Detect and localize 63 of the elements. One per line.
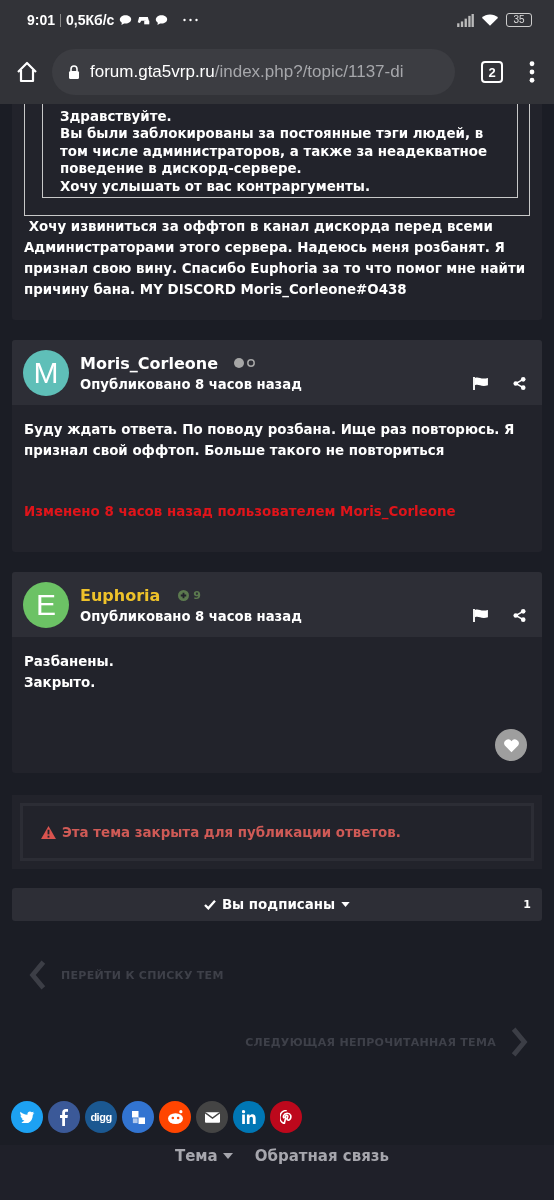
quote-text: Хочу услышать от вас контраргументы. xyxy=(60,177,372,196)
caret-icon xyxy=(341,902,351,908)
reddit-icon xyxy=(167,1110,183,1125)
caret-icon xyxy=(222,1153,233,1160)
status-dots-icon xyxy=(233,357,257,370)
chat-bubble-icon xyxy=(155,14,169,26)
post-text: Буду ждать ответа. По поводу розбана. Ище раз повторюсь. Я признал свой оффтоп. Больше такого не повториться xyxy=(24,421,516,461)
share-button[interactable] xyxy=(196,1101,228,1134)
home-icon[interactable] xyxy=(16,61,38,83)
author-name[interactable]: Euphoria xyxy=(80,585,161,605)
avatar: M xyxy=(23,349,69,396)
like-button[interactable] xyxy=(495,729,527,762)
edited-note: Изменено 8 часов назад пользователем Moris_Corleone xyxy=(24,503,457,521)
share-button[interactable] xyxy=(270,1101,302,1134)
battery-level: 35 xyxy=(513,15,525,25)
reputation-count: 9 xyxy=(193,588,201,602)
share-button[interactable] xyxy=(48,1101,80,1134)
quote-text: Вы были заблокированы за постоянные тэги людей, в том числе администраторов, а также за неадекватное поведение в дискорд-сервере. xyxy=(60,125,489,178)
facebook-icon xyxy=(60,1108,68,1126)
share-button[interactable] xyxy=(159,1101,191,1134)
chat-bubble-icon xyxy=(119,14,133,26)
share-icon[interactable] xyxy=(513,609,526,623)
lock-icon xyxy=(68,64,80,80)
linkedin-icon xyxy=(242,1110,256,1125)
more-icon xyxy=(183,18,199,22)
signal-icon xyxy=(457,13,474,27)
clock-time: 9:01 xyxy=(27,12,56,28)
wifi-icon xyxy=(481,13,499,27)
share-button[interactable]: digg xyxy=(85,1101,117,1134)
post-text: Разбанены. xyxy=(24,653,115,672)
check-icon xyxy=(203,899,216,910)
address-bar[interactable]: forum.gta5vrp.ru/index.php?/topic/1137-di xyxy=(52,49,455,95)
menu-icon[interactable] xyxy=(529,61,535,83)
heart-icon xyxy=(502,737,520,753)
url-text: forum.gta5vrp.ru/index.php?/topic/1137-di xyxy=(90,62,404,82)
closed-message: Эта тема закрыта для публикации ответов. xyxy=(62,824,401,840)
share-button[interactable] xyxy=(11,1101,43,1134)
share-button[interactable] xyxy=(122,1101,154,1134)
plus-icon xyxy=(178,589,190,601)
chevron-left-icon xyxy=(29,960,47,991)
footer-link[interactable]: Обратная связь xyxy=(254,1145,390,1168)
quote-text: Здравствуйте. xyxy=(60,108,173,126)
post-text: Закрыто. xyxy=(24,674,97,693)
subscribe-button[interactable]: Вы подписаны xyxy=(203,897,351,913)
share-icon[interactable] xyxy=(513,377,526,391)
footer-link[interactable]: Тема xyxy=(174,1145,233,1168)
share-button[interactable] xyxy=(233,1101,265,1134)
tab-count-button[interactable]: 2 xyxy=(481,61,503,83)
author-name[interactable]: Moris_Corleone xyxy=(80,353,218,373)
flag-icon[interactable] xyxy=(473,609,488,623)
post-date: Опубликовано 8 часов назад xyxy=(80,608,303,624)
subscriber-count: 1 xyxy=(523,898,531,912)
network-speed: 0,5Кб/с xyxy=(66,12,115,28)
squares-icon xyxy=(131,1110,145,1124)
post-text: Хочу извиниться за оффтоп в канал дискорда перед всеми Администраторами этого сервера. Надеюсь меня розбанят. Я признал свою вину. Спасибо Euphoria за то что помог мне найти причину бана. MY DISCORD Moris_Corleone#O438 xyxy=(23,218,527,300)
warning-icon xyxy=(41,825,56,839)
pinterest-icon xyxy=(280,1110,292,1125)
post-date: Опубликовано 8 часов назад xyxy=(80,376,303,392)
envelope-icon xyxy=(204,1111,220,1123)
chevron-right-icon xyxy=(510,1027,528,1058)
flag-icon[interactable] xyxy=(473,377,488,391)
bird-icon xyxy=(19,1111,35,1124)
avatar: E xyxy=(23,581,69,628)
